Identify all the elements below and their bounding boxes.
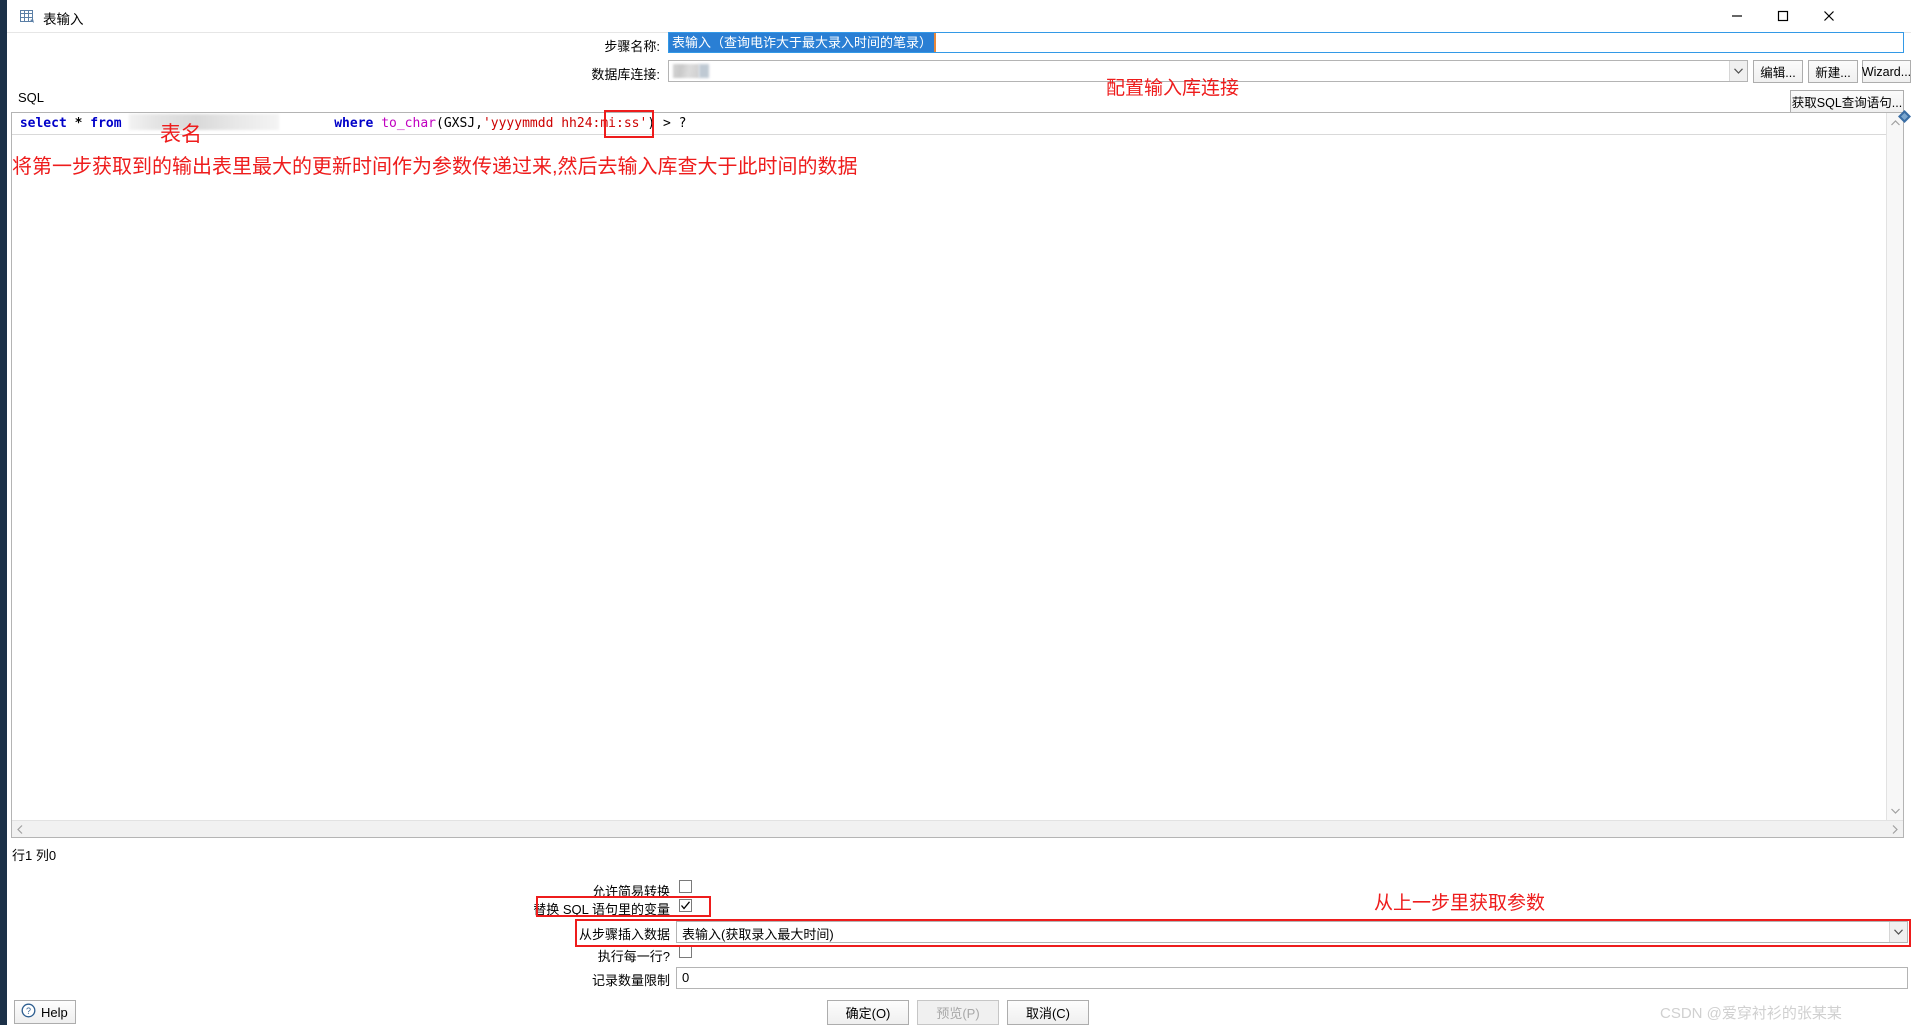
insert-data-from-step-combo[interactable]: 表输入(获取录入最大时间)	[676, 921, 1908, 943]
help-button-label: Help	[41, 1004, 68, 1020]
row-limit-label: 记录数量限制	[591, 973, 670, 988]
replace-variables-checkbox[interactable]	[679, 899, 692, 912]
row-limit-value: 0	[682, 970, 690, 985]
close-button[interactable]	[1806, 0, 1852, 32]
sql-editor[interactable]: select * from where to_char(GXSJ,'yyyymm…	[11, 112, 1904, 838]
redacted-connection-value-2	[699, 64, 709, 78]
cancel-button[interactable]: 取消(C)	[1007, 1000, 1089, 1025]
chevron-down-icon[interactable]	[1889, 922, 1907, 942]
database-connection-label: 数据库连接:	[591, 67, 660, 82]
sql-token-where: where	[334, 116, 374, 131]
sql-token-tochar: to_char	[381, 116, 436, 131]
sql-vertical-scrollbar[interactable]	[1886, 113, 1903, 822]
sql-token-gt: >	[662, 116, 671, 131]
sql-token-paren-open: (	[435, 116, 444, 131]
wizard-button[interactable]: Wizard...	[1862, 60, 1911, 83]
help-icon: ?	[21, 1003, 36, 1021]
redacted-connection-value	[673, 64, 699, 78]
edit-connection-button[interactable]: 编辑...	[1753, 60, 1803, 83]
sql-line-1[interactable]: select * from where to_char(GXSJ,'yyyymm…	[12, 113, 1903, 135]
step-name-input[interactable]: 表输入（查询电诈大于最大录入时间的笔录）	[668, 32, 1904, 53]
insert-data-from-step-value: 表输入(获取录入最大时间)	[682, 927, 834, 942]
replace-variables-label: 替换 SQL 语句里的变量	[533, 902, 670, 917]
get-sql-query-button[interactable]: 获取SQL查询语句...	[1790, 90, 1904, 113]
scroll-left-icon[interactable]	[17, 825, 23, 837]
title-bar: 表输入	[7, 0, 1911, 33]
sql-token-comma: ,	[475, 116, 483, 131]
sql-token-select: select	[19, 116, 67, 131]
sql-token-param: ?	[678, 116, 687, 131]
preview-button[interactable]: 预览(P)	[917, 1000, 999, 1025]
sql-token-from: from	[90, 116, 122, 131]
sql-section-label: SQL	[18, 90, 45, 105]
chevron-down-icon[interactable]	[1729, 61, 1747, 81]
execute-each-row-label: 执行每一行?	[597, 949, 670, 964]
allow-lazy-conversion-checkbox[interactable]	[679, 880, 692, 893]
annotation-param-from-previous-step: 从上一步里获取参数	[1374, 893, 1546, 914]
text-caret	[934, 33, 937, 52]
row-limit-input[interactable]: 0	[676, 967, 1908, 989]
sql-token-paren-close: )	[647, 116, 656, 131]
allow-lazy-conversion-label: 允许简易转换	[591, 884, 670, 899]
database-connection-combo[interactable]	[668, 60, 1748, 82]
window-title: 表输入	[43, 12, 84, 27]
redacted-table-name	[129, 114, 280, 130]
svg-text:?: ?	[26, 1006, 31, 1016]
insert-data-from-step-label: 从步骤插入数据	[578, 927, 670, 942]
execute-each-row-checkbox[interactable]	[679, 945, 692, 958]
window-left-edge	[0, 0, 7, 1025]
minimize-button[interactable]	[1714, 0, 1760, 32]
sql-token-column: GXSJ	[443, 116, 476, 131]
scroll-right-icon[interactable]	[1892, 825, 1898, 837]
ok-button[interactable]: 确定(O)	[827, 1000, 909, 1025]
watermark: CSDN @爱穿衬衫的张某某	[1660, 1005, 1842, 1022]
maximize-button[interactable]	[1760, 0, 1806, 32]
help-button[interactable]: ? Help	[14, 1000, 76, 1024]
cursor-position-status: 行1 列0	[12, 848, 57, 863]
step-name-value: 表输入（查询电诈大于最大录入时间的笔录）	[669, 33, 935, 52]
table-input-icon	[19, 8, 36, 25]
new-connection-button[interactable]: 新建...	[1808, 60, 1858, 83]
scroll-down-icon[interactable]	[1891, 806, 1900, 817]
sql-horizontal-scrollbar[interactable]	[12, 820, 1903, 837]
table-input-dialog: 表输入 步骤名称: 表输入（查询电诈大于最大录入时间的笔录） 数据库连接: 编辑…	[0, 0, 1911, 1025]
sql-token-format: 'yyyymmdd hh24:mi:ss'	[482, 116, 648, 131]
resize-marker-icon	[1898, 110, 1911, 123]
step-name-label: 步骤名称:	[604, 39, 660, 54]
